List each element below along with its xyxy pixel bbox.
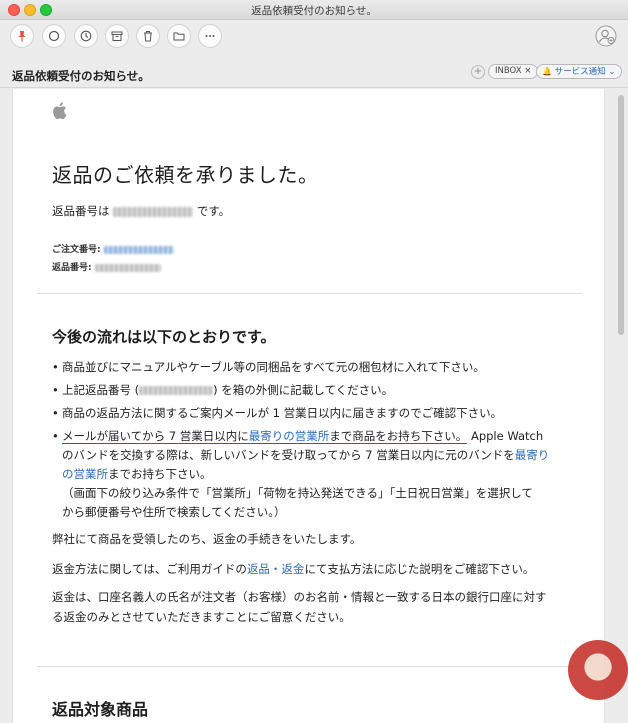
refund-method-suffix: にて支払方法に応じた説明をご確認下さい。 bbox=[304, 562, 535, 576]
trash-icon bbox=[144, 31, 152, 42]
mail-header: 返品依頼受付のお知らせ。 + INBOX × 🔔 サービス通知 ⌄ bbox=[0, 60, 628, 88]
bullet-text: メールが届いてから 7 営業日以内に最寄りの営業所まで商品をお持ち下さい。 Ap… bbox=[52, 427, 572, 522]
add-label-button[interactable]: + bbox=[471, 65, 485, 79]
pin-icon bbox=[18, 31, 26, 42]
email-headline: 返品のご依頼を承りました。 bbox=[52, 163, 319, 187]
service-notice-label: サービス通知 ⌄ bbox=[554, 67, 616, 77]
search-hint-text-end: から郵便番号や住所で検索してください。） bbox=[62, 505, 286, 519]
redacted-return-number-inline bbox=[139, 386, 214, 395]
returns-refunds-link[interactable]: 返品・返金 bbox=[247, 562, 305, 576]
refund-method-prefix: 返金方法に関しては、ご利用ガイドの bbox=[52, 562, 247, 576]
nearest-office-link-2[interactable]: 最寄り bbox=[515, 448, 550, 462]
return-number-label: 返品番号: bbox=[52, 263, 92, 273]
apple-watch-text: Apple Watch bbox=[467, 429, 544, 443]
bullet-text-prefix: 上記返品番号 ( bbox=[62, 383, 140, 397]
move-to-folder-button[interactable] bbox=[167, 24, 191, 48]
redacted-return-number bbox=[113, 206, 194, 217]
mail-subject: 返品依頼受付のお知らせ。 bbox=[12, 69, 150, 83]
band-exchange-text-end: までお持ち下さい。 bbox=[108, 467, 212, 481]
divider bbox=[37, 293, 582, 294]
refund-account-note-line1: 返金は、口座名義人の氏名が注文者（お客様）のお名前・情報と一致する日本の銀行口座… bbox=[52, 590, 547, 604]
list-item: • メールが届いてから 7 営業日以内に最寄りの営業所まで商品をお持ち下さい。 … bbox=[52, 427, 572, 522]
bullet-dot: • bbox=[52, 429, 59, 443]
bullet-dot: • bbox=[52, 383, 59, 397]
account-icon[interactable] bbox=[595, 25, 617, 47]
message-body: 返品のご依頼を承りました。 返品番号は です。 ご注文番号: 返品番号: 今後の… bbox=[12, 89, 605, 723]
bullet-text: 商品の返品方法に関するご案内メールが 1 営業日以内に届きますのでご確認下さい。 bbox=[62, 406, 503, 420]
title-bar: 返品依頼受付のお知らせ。 bbox=[0, 0, 628, 20]
refund-method-text: 返金方法に関しては、ご利用ガイドの返品・返金にて支払方法に応じた説明をご確認下さ… bbox=[52, 559, 572, 579]
return-items-heading: 返品対象商品 bbox=[52, 700, 149, 719]
bell-icon: 🔔 bbox=[542, 67, 552, 76]
message-viewport[interactable]: 返品のご依頼を承りました。 返品番号は です。 ご注文番号: 返品番号: 今後の… bbox=[0, 89, 628, 723]
bullet-text: 上記返品番号 ( ) を箱の外側に記載してください。 bbox=[52, 381, 572, 400]
redacted-order-number-link[interactable] bbox=[103, 245, 174, 254]
apple-logo-icon bbox=[53, 102, 67, 120]
snooze-button[interactable] bbox=[74, 24, 98, 48]
instruction-part: まで商品をお持ち下さい。 bbox=[329, 429, 468, 443]
refund-account-note: 返金は、口座名義人の氏名が注文者（お客様）のお名前・情報と一致する日本の銀行口座… bbox=[52, 587, 572, 627]
bullet-text-suffix: ) を箱の外側に記載してください。 bbox=[213, 383, 394, 397]
order-number-line: ご注文番号: bbox=[52, 242, 174, 255]
bullet-dot: • bbox=[52, 406, 59, 420]
pin-button[interactable] bbox=[10, 24, 34, 48]
instruction-part: メールが届いてから bbox=[62, 429, 169, 443]
archive-button[interactable] bbox=[105, 24, 129, 48]
service-notice-tag[interactable]: 🔔 サービス通知 ⌄ bbox=[536, 64, 622, 79]
toolbar bbox=[0, 21, 628, 51]
nearest-office-link[interactable]: 最寄りの営業所 bbox=[249, 429, 330, 443]
return-number-prefix: 返品番号は bbox=[52, 204, 110, 218]
band-exchange-text: のバンドを交換する際は、新しいバンドを受け取ってから 7 営業日以内に元のバンド… bbox=[62, 448, 515, 462]
mark-unread-button[interactable] bbox=[42, 24, 66, 48]
bullet-text: 商品並びにマニュアルやケーブル等の同梱品をすべて元の梱包材に入れて下さい。 bbox=[62, 360, 485, 374]
search-hint-text: （画面下の絞り込み条件で「営業所」「荷物を持込発送できる」「土日祝日営業」を選択… bbox=[62, 486, 533, 500]
list-item: • 商品の返品方法に関するご案内メールが 1 営業日以内に届きますのでご確認下さ… bbox=[52, 404, 572, 423]
more-actions-button[interactable] bbox=[198, 24, 222, 48]
scrollbar-thumb[interactable] bbox=[618, 95, 624, 335]
nearest-office-link-2-cont[interactable]: の営業所 bbox=[62, 467, 108, 481]
redacted-return-number-detail bbox=[94, 263, 161, 272]
inbox-label-tag[interactable]: INBOX × bbox=[488, 64, 539, 79]
divider bbox=[37, 666, 582, 667]
list-item: • 商品並びにマニュアルやケーブル等の同梱品をすべて元の梱包材に入れて下さい。 bbox=[52, 358, 572, 377]
more-icon bbox=[205, 35, 215, 37]
flow-heading: 今後の流れは以下のとおりです。 bbox=[52, 328, 276, 346]
circle-icon bbox=[48, 30, 60, 42]
delete-button[interactable] bbox=[136, 24, 160, 48]
return-number-detail-line: 返品番号: bbox=[52, 260, 161, 273]
refund-account-note-line2: る返金のみとさせていただきますことにご留意ください。 bbox=[52, 610, 351, 624]
window-title: 返品依頼受付のお知らせ。 bbox=[251, 5, 377, 17]
bullet-dot: • bbox=[52, 360, 59, 374]
clock-icon bbox=[80, 30, 92, 42]
watermark-logo bbox=[568, 640, 628, 700]
highlighted-instruction: メールが届いてから 7 営業日以内に最寄りの営業所まで商品をお持ち下さい。 bbox=[62, 429, 468, 444]
refund-process-text: 弊社にて商品を受領したのち、返金の手続きをいたします。 bbox=[52, 532, 362, 546]
return-number-line: 返品番号は です。 bbox=[52, 203, 230, 219]
archive-icon bbox=[111, 31, 123, 41]
return-number-suffix: です。 bbox=[196, 204, 231, 218]
order-number-label: ご注文番号: bbox=[52, 245, 101, 255]
deadline-text: 7 営業日以内 bbox=[168, 429, 238, 443]
folder-icon bbox=[173, 32, 185, 41]
list-item: • 上記返品番号 ( ) を箱の外側に記載してください。 bbox=[52, 381, 572, 400]
instruction-part: に bbox=[237, 429, 249, 443]
